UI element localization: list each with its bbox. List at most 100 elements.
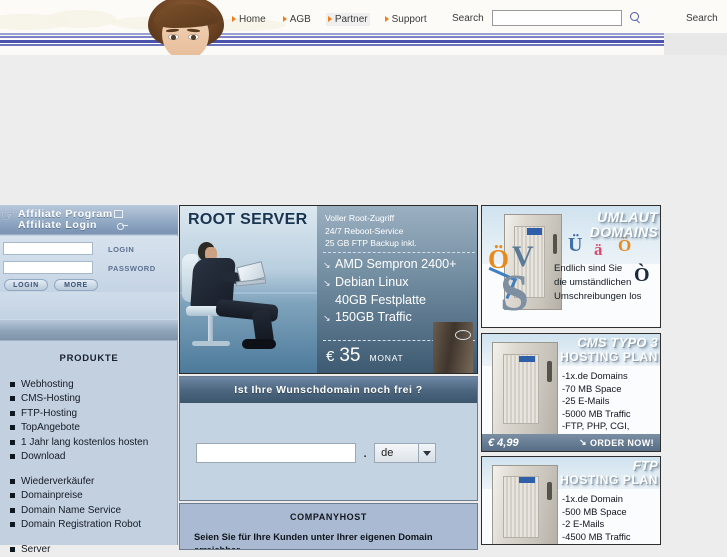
sidebar-item-cms-hosting[interactable]: CMS-Hosting xyxy=(10,392,178,407)
domain-availability-box: Ist Ihre Wunschdomain noch frei ? . de xyxy=(179,376,478,501)
feature-row: 40GB Festplatte xyxy=(323,292,477,309)
sidebar-item-domainpreise[interactable]: Domainpreise xyxy=(10,489,178,504)
currency-symbol: € xyxy=(326,348,335,365)
promo-heading-line-1: CMS TYPO 3 xyxy=(577,335,658,350)
bullet-icon xyxy=(10,381,15,387)
header-search-area: Search xyxy=(452,10,642,26)
tower-front-panel xyxy=(503,354,540,424)
price-amount: 35 xyxy=(339,345,361,366)
promo-body-line: Endlich sind Sie xyxy=(554,263,623,274)
affiliate-more-button[interactable]: MORE xyxy=(54,279,98,291)
spec-line: -2 E-Mails xyxy=(562,518,605,530)
affiliate-password-label: PASSWORD xyxy=(108,264,156,273)
nav-item-support[interactable]: Support xyxy=(383,13,429,26)
companyhost-title: COMPANYHOST xyxy=(290,512,367,522)
sidebar-item-wiederverkaeufer[interactable]: Wiederverkäufer xyxy=(10,474,178,489)
decorative-cloud xyxy=(46,10,116,28)
root-server-title: ROOT SERVER xyxy=(188,211,308,228)
chair-base xyxy=(192,341,230,346)
promo-heading-line-2: DOMAINS xyxy=(589,224,658,240)
companyhost-description: Seien Sie für Ihre Kunden unter Ihrer ei… xyxy=(194,530,474,549)
domain-name-input[interactable] xyxy=(196,443,356,463)
nav-item-home[interactable]: Home xyxy=(230,13,268,26)
right-column: Ö V S Ü ä Ö Ò UMLAUT DOMAINS Endlich sin… xyxy=(481,205,727,545)
bullet-icon xyxy=(10,439,15,445)
feature-row: ↘ Debian Linux xyxy=(323,274,477,292)
nav-item-partner[interactable]: Partner xyxy=(325,12,370,26)
left-sidebar: ☞ Affiliate Program Affiliate Login LOGI… xyxy=(0,205,178,555)
search-input[interactable] xyxy=(491,10,622,26)
window-icon xyxy=(114,210,123,218)
search-icon[interactable] xyxy=(629,12,642,24)
domain-dot-separator: . xyxy=(363,444,368,461)
chair-post xyxy=(208,315,213,343)
sidebar-item-domain-name-service[interactable]: Domain Name Service xyxy=(10,503,178,518)
sidebar-item-label: Domain Registration Robot xyxy=(21,519,142,531)
bullet-icon xyxy=(10,454,15,460)
affiliate-login-form: LOGIN PASSWORD LOGIN MORE xyxy=(0,236,178,292)
search-right-label[interactable]: Search xyxy=(686,13,718,24)
promo-heading-line-1: FTP xyxy=(632,458,658,473)
sidebar-item-server[interactable]: Server xyxy=(10,542,178,557)
affiliate-login-button[interactable]: LOGIN xyxy=(4,279,48,291)
feature-label: AMD Sempron 2400+ xyxy=(335,257,457,271)
promo-ftp-heading: FTP HOSTING PLAN xyxy=(542,458,658,488)
spec-line: -5000 MB Traffic xyxy=(562,407,631,419)
sidebar-item-webhosting[interactable]: Webhosting xyxy=(10,377,178,392)
affiliate-username-label: LOGIN xyxy=(108,245,135,254)
domain-box-title: Ist Ihre Wunschdomain noch frei ? xyxy=(234,384,423,396)
promo-cms-footer: € 4,99 ↘ ORDER NOW! xyxy=(482,434,660,451)
list-group-gap xyxy=(10,464,178,474)
domain-search-row: . de xyxy=(196,443,437,463)
nav-item-label: Home xyxy=(239,13,266,25)
bullet-icon xyxy=(10,410,15,416)
root-server-feature-list: ↘ AMD Sempron 2400+ ↘ Debian Linux 40GB … xyxy=(323,256,477,327)
tower-led-strip xyxy=(547,361,552,382)
bullet-icon xyxy=(10,493,15,499)
arrow-right-icon xyxy=(327,16,332,22)
spec-line: -500 MB Space xyxy=(562,505,627,517)
bullet-icon xyxy=(10,425,15,431)
sidebar-item-label: Wiederverkäufer xyxy=(21,475,95,487)
umlaut-letter: ä xyxy=(594,240,603,259)
root-server-price: € 35 MONAT xyxy=(326,345,404,367)
key-icon xyxy=(117,222,128,230)
sidebar-item-label: 1 Jahr lang kostenlos hosten xyxy=(21,436,149,448)
bullet-icon xyxy=(10,546,15,552)
tower-badge xyxy=(518,355,536,363)
promo-umlaut-heading: UMLAUT DOMAINS xyxy=(554,210,658,240)
promo-ftp-hosting[interactable]: FTP HOSTING PLAN -1x.de Domain -500 MB S… xyxy=(481,456,661,545)
order-now-button[interactable]: ↘ ORDER NOW! xyxy=(579,437,654,448)
tld-select[interactable]: de xyxy=(374,443,437,463)
promo-umlaut-domains[interactable]: Ö V S Ü ä Ö Ò UMLAUT DOMAINS Endlich sin… xyxy=(481,205,661,328)
domain-box-body: . de xyxy=(180,403,477,500)
affiliate-password-input[interactable] xyxy=(3,261,93,274)
nav-item-label: Support xyxy=(391,13,427,25)
model-pupil-right xyxy=(191,35,196,40)
sidebar-item-label: TopAngebote xyxy=(21,422,80,434)
bullet-icon xyxy=(10,478,15,484)
promo-cms-typo3[interactable]: CMS TYPO 3 HOSTING PLAN -1x.de Domains -… xyxy=(481,333,661,452)
arrow-right-icon xyxy=(232,16,236,22)
page-content: ☞ Affiliate Program Affiliate Login LOGI… xyxy=(0,205,727,555)
caret-shape xyxy=(423,450,432,456)
nav-item-agb[interactable]: AGB xyxy=(281,13,313,26)
page-header: Home AGB Partner Support Search Search xyxy=(0,0,727,55)
sidebar-item-free-year[interactable]: 1 Jahr lang kostenlos hosten xyxy=(10,435,178,450)
affiliate-username-input[interactable] xyxy=(3,242,93,255)
arrow-down-right-icon: ↘ xyxy=(323,278,331,288)
spec-line: Voller Root-Zugriff xyxy=(325,213,395,223)
model-pupil-left xyxy=(171,35,176,40)
tower-badge xyxy=(518,477,536,484)
sidebar-item-topangebote[interactable]: TopAngebote xyxy=(10,421,178,436)
promo-heading-line-2: HOSTING PLAN xyxy=(560,350,658,364)
root-server-banner[interactable]: ROOT SERVER Voller Root-Zugriff 24/7 Reb… xyxy=(179,205,478,374)
header-right-panel xyxy=(664,33,727,55)
chevron-down-icon[interactable] xyxy=(418,444,436,462)
sidebar-item-ftp-hosting[interactable]: FTP-Hosting xyxy=(10,406,178,421)
sidebar-item-download[interactable]: Download xyxy=(10,450,178,465)
sidebar-item-domain-registration-robot[interactable]: Domain Registration Robot xyxy=(10,518,178,533)
order-now-label: ORDER NOW! xyxy=(590,437,654,448)
nav-item-label: AGB xyxy=(289,13,311,25)
companyhost-bold-word: Domain xyxy=(398,531,433,542)
